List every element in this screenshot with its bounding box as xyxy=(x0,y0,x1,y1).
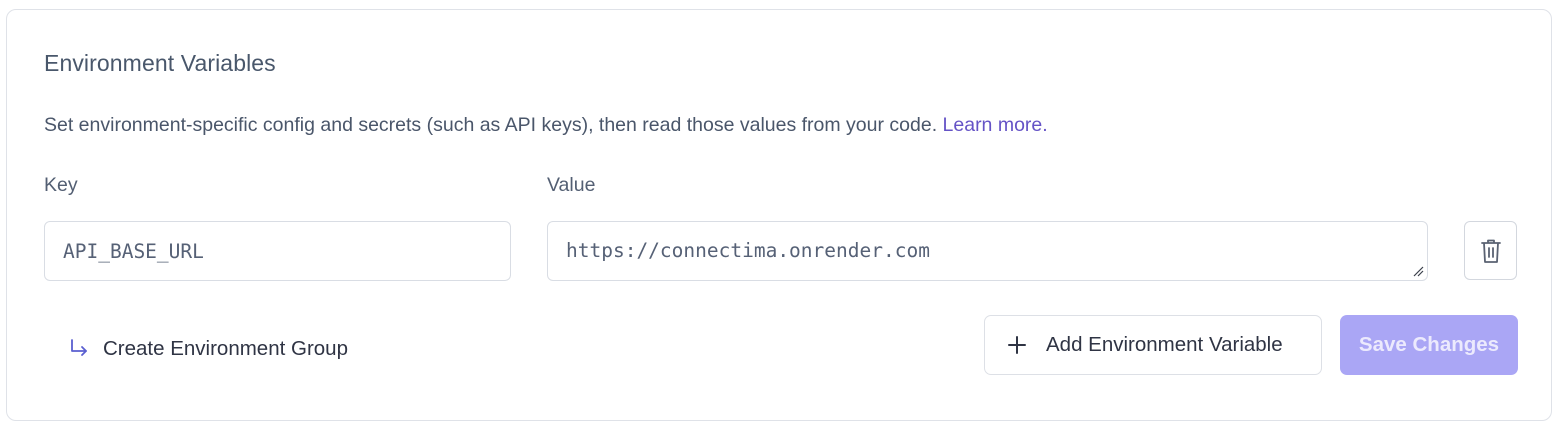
value-label: Value xyxy=(547,174,596,196)
resize-handle-icon[interactable] xyxy=(1412,265,1424,277)
add-environment-variable-button[interactable]: Add Environment Variable xyxy=(984,315,1322,375)
plus-icon xyxy=(1007,335,1027,355)
create-environment-group-label: Create Environment Group xyxy=(103,337,348,360)
section-description: Set environment-specific config and secr… xyxy=(44,114,1048,137)
key-label: Key xyxy=(44,174,78,196)
arrow-down-right-icon xyxy=(67,337,91,361)
add-environment-variable-label: Add Environment Variable xyxy=(1046,333,1283,356)
description-text: Set environment-specific config and secr… xyxy=(44,114,938,136)
save-changes-button[interactable]: Save Changes xyxy=(1340,315,1518,375)
learn-more-link[interactable]: Learn more. xyxy=(943,114,1048,136)
environment-variables-card: Environment Variables Set environment-sp… xyxy=(6,9,1552,421)
delete-variable-button[interactable] xyxy=(1464,221,1517,280)
create-environment-group-link[interactable]: Create Environment Group xyxy=(67,337,348,361)
key-input-value: API_BASE_URL xyxy=(63,239,204,263)
value-textarea[interactable]: https://connectima.onrender.com xyxy=(547,221,1428,281)
section-title: Environment Variables xyxy=(44,50,276,76)
value-textarea-value: https://connectima.onrender.com xyxy=(566,239,930,262)
trash-icon xyxy=(1480,239,1501,263)
key-input[interactable]: API_BASE_URL xyxy=(44,221,511,281)
